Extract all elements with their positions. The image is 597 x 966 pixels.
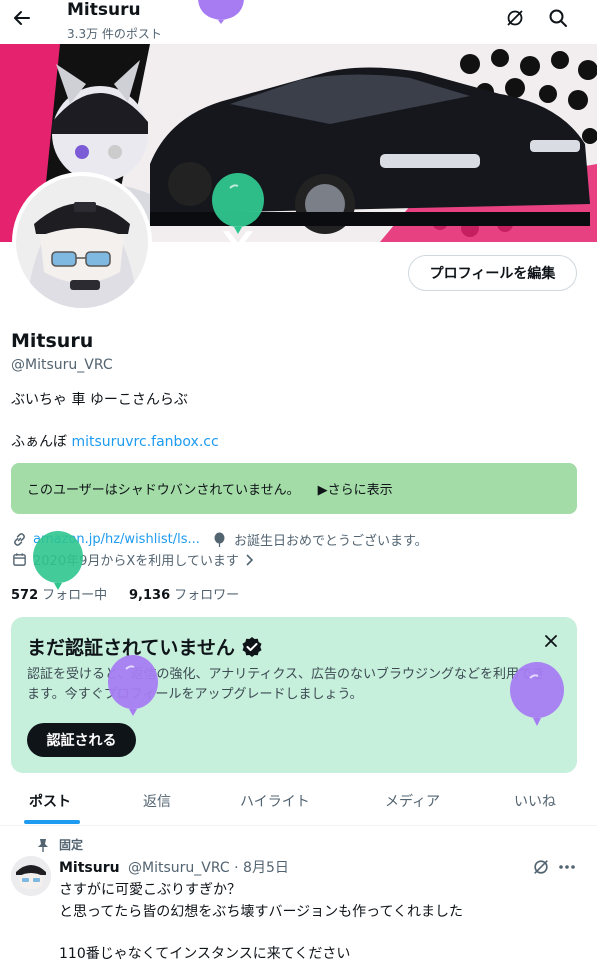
more-options-icon[interactable] — [557, 857, 577, 877]
top-bar: Mitsuru 3.3万 件のポスト — [0, 0, 597, 44]
verification-card: まだ認証されていません 認証を受けると、返信の強化、アナリティクス、広告のないブ… — [11, 617, 577, 773]
verified-badge-icon — [241, 636, 263, 658]
profile-tabs: ポスト 返信 ハイライト メディア いいね — [0, 776, 597, 826]
post-separator: · — [234, 860, 239, 876]
bio-prefix: ふぁんぼ — [11, 434, 67, 450]
get-verified-button[interactable]: 認証される — [27, 723, 136, 757]
birthday-text: お誕生日おめでとうございます。 — [233, 534, 428, 549]
pinned-label: 固定 — [59, 838, 84, 852]
tab-replies[interactable]: 返信 — [143, 791, 171, 811]
followers-count: 9,136 — [129, 588, 171, 603]
tab-posts[interactable]: ポスト — [29, 791, 71, 811]
close-icon[interactable] — [539, 629, 563, 653]
post-text-line: さすがに可愛こぶりすぎか？ — [59, 882, 241, 898]
profile-avatar[interactable] — [12, 172, 152, 312]
chevron-right-icon[interactable] — [241, 552, 257, 568]
fanbox-link[interactable]: mitsuruvrc.fanbox.cc — [71, 434, 218, 450]
link-icon — [11, 532, 27, 548]
shadowban-notice: このユーザーはシャドウバンされていません。 ▶さらに表示 — [11, 463, 577, 514]
active-tab-indicator — [24, 820, 80, 824]
edit-profile-button[interactable]: プロフィールを編集 — [408, 255, 577, 291]
profile-handle: @Mitsuru_VRC — [11, 357, 113, 373]
followers-label: フォロワー — [174, 588, 240, 603]
balloon-decoration-icon — [106, 653, 160, 727]
tab-media[interactable]: メディア — [385, 791, 440, 811]
calendar-icon — [11, 552, 27, 568]
bio-line: ぶいちゃ 車 ゆーこさんらぶ — [11, 392, 188, 408]
shadowban-text: このユーザーはシャドウバンされていません。 — [27, 483, 300, 498]
profile-name: Mitsuru — [11, 330, 94, 352]
header-post-count: 3.3万 件のポスト — [67, 27, 162, 41]
tab-highlights[interactable]: ハイライト — [240, 791, 310, 811]
balloon-decoration-icon — [31, 530, 85, 598]
post-text-line: 110番じゃなくてインスタンスに来てください — [59, 946, 351, 962]
post-author[interactable]: Mitsuru — [59, 860, 120, 876]
balloon-decoration-icon — [196, 0, 246, 28]
tab-likes[interactable]: いいね — [514, 791, 556, 811]
post-avatar[interactable] — [11, 856, 51, 896]
post-handle[interactable]: @Mitsuru_VRC — [128, 860, 230, 876]
balloon-icon — [212, 532, 228, 548]
balloon-decoration-icon — [210, 172, 266, 246]
bio-fanbox-line: ふぁんぼ mitsuruvrc.fanbox.cc — [11, 431, 219, 451]
shadowban-more-link[interactable]: ▶さらに表示 — [318, 479, 393, 498]
header-name: Mitsuru — [67, 0, 141, 20]
post-date[interactable]: 8月5日 — [243, 860, 289, 876]
post-text-line: と思ってたら皆の幻想をぶち壊すバージョンも作ってくれました — [59, 904, 464, 920]
pin-icon — [37, 838, 49, 852]
back-arrow-icon[interactable] — [8, 4, 36, 32]
followers-link[interactable]: 9,136 フォロワー — [129, 584, 239, 603]
pinned-label-row: 固定 — [37, 836, 83, 853]
grok-icon[interactable] — [503, 6, 527, 30]
grok-icon[interactable] — [531, 857, 551, 877]
balloon-decoration-icon — [508, 660, 566, 736]
post-header: Mitsuru @Mitsuru_VRC · 8月5日 — [59, 857, 289, 877]
search-icon[interactable] — [546, 6, 570, 30]
